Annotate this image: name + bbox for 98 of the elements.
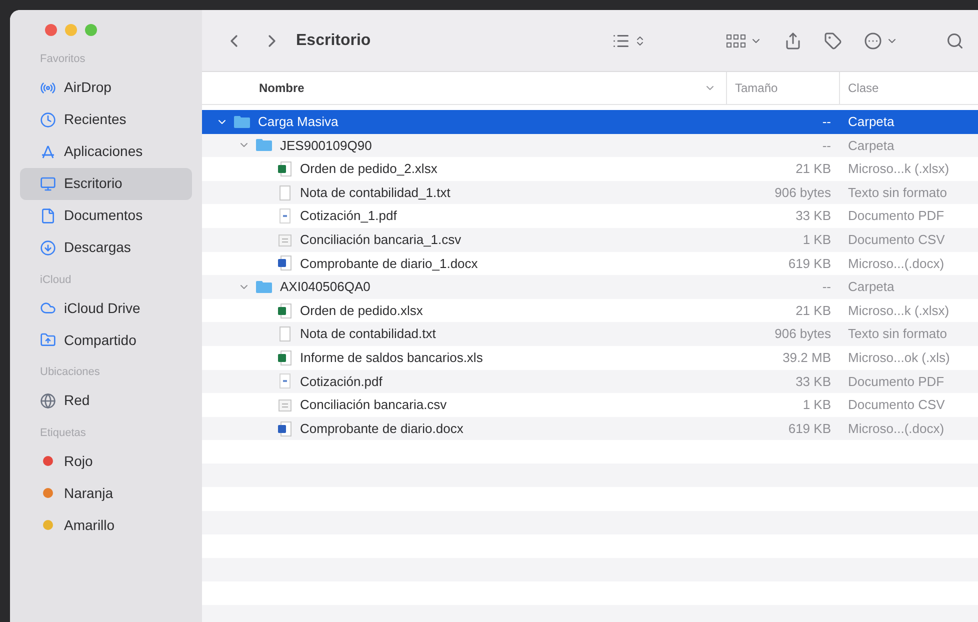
file-row[interactable]: Carga Masiva -- Carpeta [202,110,978,134]
sidebar-item[interactable]: Red [20,384,192,416]
share-icon[interactable] [784,32,802,50]
spreadsheet-file-icon [277,350,293,366]
file-size: 906 bytes [774,184,832,202]
file-kind: Microso...k (.xlsx) [847,302,950,320]
grid-icon[interactable] [726,32,746,48]
file-name: Conciliación bancaria.csv [300,396,447,414]
file-name: Informe de saldos bancarios.xls [300,348,483,367]
file-size: 21 KB [794,160,832,178]
file-size: -- [821,136,832,155]
airdrop-icon [40,80,56,96]
sidebar-item[interactable]: Documentos [20,200,192,232]
globe-icon [40,392,56,408]
close-window-icon[interactable] [45,24,57,36]
sidebar-item[interactable]: Aplicaciones [20,136,192,168]
file-size: 619 KB [787,254,832,273]
cloud-icon [40,300,56,316]
file-kind: Microso...ok (.xls) [847,348,951,367]
file-kind: Texto sin formato [847,184,948,202]
text-file-icon [277,184,293,201]
file-name: Comprobante de diario.docx [300,420,464,438]
chevrons-up-down-icon[interactable] [634,34,646,46]
desktop-icon [40,176,56,192]
file-kind: Microso...(.docx) [847,254,946,273]
folder-icon [255,138,273,152]
sidebar-item[interactable]: Amarillo [20,509,192,541]
file-row[interactable]: JES900109Q90 -- Carpeta [202,134,978,158]
file-row[interactable]: Comprobante de diario.docx 619 KB Microso...(.docx) [202,416,978,440]
file-size: -- [821,113,832,132]
sidebar-section-heading: iCloud [39,272,72,288]
file-row[interactable]: AXI040506QA0 -- Carpeta [202,275,978,299]
file-name: Nota de contabilidad.txt [300,325,436,344]
spreadsheet-file-icon [277,160,293,177]
sidebar-item[interactable]: AirDrop [20,72,192,104]
file-kind: Documento PDF [847,207,946,226]
file-row[interactable]: Nota de contabilidad_1.txt 906 bytes Texto sin formato [202,180,978,204]
window-title: Escritorio [296,30,371,50]
document-icon [40,208,56,224]
file-size: 21 KB [794,302,832,320]
file-name: JES900109Q90 [280,136,372,155]
word-file-icon [277,255,293,272]
file-size: 619 KB [787,420,832,438]
sidebar-item[interactable]: Escritorio [20,168,192,200]
file-kind: Microso...(.docx) [847,420,946,438]
file-kind: Carpeta [847,113,896,132]
sidebar-item[interactable]: Recientes [20,104,192,136]
file-name: Comprobante de diario_1.docx [300,254,478,273]
file-name: Carga Masiva [258,113,338,132]
file-kind: Carpeta [847,278,896,296]
file-row[interactable]: Cotización.pdf 33 KB Documento PDF [202,370,978,394]
tag-icon[interactable] [824,32,842,50]
csv-file-icon [277,232,293,248]
file-name: Conciliación bancaria_1.csv [300,231,462,250]
word-file-icon [277,420,293,437]
download-icon [40,240,56,256]
file-name: Nota de contabilidad_1.txt [300,184,450,202]
search-icon[interactable] [946,32,964,50]
file-name: Cotización_1.pdf [300,207,397,226]
sidebar-section-heading: Etiquetas [39,426,87,440]
more-icon[interactable] [864,32,882,50]
sidebar-item[interactable]: iCloud Drive [20,292,192,324]
file-name: Orden de pedido_2.xlsx [300,160,438,178]
sidebar-section-heading: Favoritos [39,52,86,67]
column-header[interactable]: Nombre [202,72,726,104]
compass-a-icon [40,144,56,160]
file-kind: Documento CSV [847,396,946,414]
sidebar-section-heading: Ubicaciones [39,365,101,380]
file-size: 906 bytes [774,325,832,344]
folder-icon [255,280,273,294]
sidebar-item[interactable]: Compartido [20,324,192,356]
folder-icon [233,114,251,129]
file-name: AXI040506QA0 [280,278,370,296]
file-row[interactable]: Nota de contabilidad.txt 906 bytes Texto sin formato [202,322,978,346]
csv-file-icon [277,396,293,413]
pdf-file-icon [277,208,293,224]
sidebar-item[interactable]: Descargas [20,232,192,264]
pdf-file-icon [277,373,293,390]
clock-icon [40,112,56,128]
file-size: 33 KB [794,372,832,391]
file-name: Orden de pedido.xlsx [300,302,423,320]
file-kind: Documento PDF [847,372,946,391]
file-kind: Carpeta [847,136,896,155]
file-kind: Documento CSV [847,231,946,250]
sidebar-item[interactable]: Rojo [20,445,192,477]
file-size: 1 KB [802,231,832,250]
file-row[interactable]: Conciliación bancaria_1.csv 1 KB Documento CSV [202,228,978,252]
file-name: Cotización.pdf [300,372,382,391]
sidebar-item[interactable]: Naranja [20,477,192,509]
file-size: -- [821,278,832,296]
file-size: 1 KB [802,396,832,414]
file-size: 33 KB [794,207,832,226]
shared-folder-icon [40,332,56,348]
text-file-icon [277,326,293,342]
file-size: 39.2 MB [782,348,832,367]
file-kind: Microso...k (.xlsx) [847,160,950,178]
file-kind: Texto sin formato [847,325,948,344]
spreadsheet-file-icon [277,302,293,319]
